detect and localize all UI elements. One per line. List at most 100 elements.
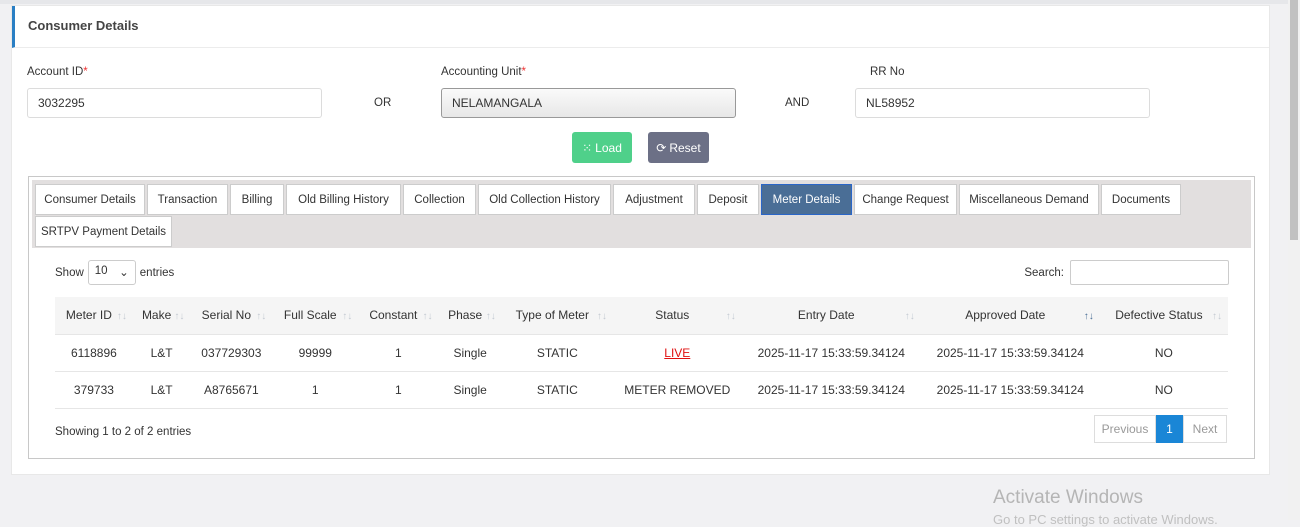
tab-collection[interactable]: Collection <box>403 184 476 215</box>
table-row: 379733 L&T A8765671 1 1 Single STATIC METER REM… <box>55 370 1228 409</box>
cell-value: 1 <box>395 382 402 397</box>
cell-value: 2025-11-17 15:33:59.34124 <box>936 345 1084 360</box>
cell-value: A8765671 <box>203 382 259 397</box>
page-length-select[interactable]: 10 ⌄ <box>87 260 136 285</box>
table-cell: 037729303 <box>190 333 273 371</box>
column-header[interactable]: Serial No ↑↓ <box>190 297 273 334</box>
tab-strip: Consumer Details Transaction Billing Old… <box>32 180 1251 248</box>
tab-deposit[interactable]: Deposit <box>697 184 759 215</box>
activate-windows-watermark: Activate Windows <box>993 487 1143 508</box>
tab-panel: Consumer Details Transaction Billing Old… <box>28 176 1255 459</box>
rr-no-label: RR No <box>870 66 905 78</box>
column-header[interactable]: Make ↑↓ <box>132 297 191 334</box>
tab-miscellaneous-demand[interactable]: Miscellaneous Demand <box>959 184 1099 215</box>
cell-value: L&T <box>150 382 173 397</box>
table-cell: L&T <box>132 370 191 409</box>
required-mark: * <box>521 66 527 78</box>
table-row: 6118896 L&T 037729303 99999 1 Single STATIC LIV… <box>55 333 1228 371</box>
column-header[interactable]: Entry Date ↑↓ <box>741 297 921 334</box>
column-header-label: Meter ID <box>65 308 112 323</box>
cell-value: NO <box>1154 382 1173 397</box>
table-cell: 2025-11-17 15:33:59.34124 <box>920 333 1100 371</box>
chevron-down-icon: ⌄ <box>119 267 129 279</box>
table-cell: 1 <box>358 333 439 371</box>
tab-change-request[interactable]: Change Request <box>854 184 957 215</box>
cell-value: NO <box>1154 345 1173 360</box>
column-header[interactable]: Phase ↑↓ <box>438 297 502 334</box>
search-input[interactable] <box>1070 260 1229 285</box>
tab-billing[interactable]: Billing <box>230 184 284 215</box>
accounting-unit-select[interactable]: NELAMANGALA <box>441 88 736 118</box>
label-text: Account ID <box>27 66 84 78</box>
page-1-button[interactable]: 1 <box>1156 415 1183 443</box>
scrollbar[interactable] <box>1288 0 1300 520</box>
cell-value: STATIC <box>536 345 578 360</box>
tab-adjustment[interactable]: Adjustment <box>613 184 695 215</box>
page-length-control: Show 10 ⌄ entries <box>55 260 174 285</box>
column-header[interactable]: Status ↑↓ <box>612 297 742 334</box>
sort-icon: ↑↓ <box>342 311 353 322</box>
tab-srtpv-payment-details[interactable]: SRTPV Payment Details <box>35 216 172 247</box>
scrollbar-thumb[interactable] <box>1290 0 1298 240</box>
sort-icon: ↑↓ <box>174 311 185 322</box>
table-cell: 2025-11-17 15:33:59.34124 <box>741 333 921 371</box>
label-text: Accounting Unit <box>441 66 522 78</box>
tab-transaction[interactable]: Transaction <box>147 184 228 215</box>
table-cell: 6118896 <box>55 333 133 371</box>
entries-label: entries <box>139 266 175 279</box>
table-cell: L&T <box>132 333 191 371</box>
tab-consumer-details[interactable]: Consumer Details <box>35 184 145 215</box>
account-id-input[interactable]: 3032295 <box>27 88 322 118</box>
tab-meter-details[interactable]: Meter Details <box>761 184 852 215</box>
sort-icon: ↑↓ <box>596 311 607 322</box>
sort-icon: ↑↓ <box>422 311 433 322</box>
reset-label: Reset <box>669 140 701 155</box>
table-cell: STATIC <box>501 333 613 371</box>
column-header[interactable]: Full Scale ↑↓ <box>272 297 359 334</box>
tab-old-billing-history[interactable]: Old Billing History <box>286 184 401 215</box>
cell-value: 2025-11-17 15:33:59.34124 <box>757 345 905 360</box>
search-control: Search: <box>1024 260 1229 285</box>
table-cell: Single <box>438 370 502 409</box>
load-button[interactable]: ⁙ Load <box>572 132 632 163</box>
tab-documents[interactable]: Documents <box>1101 184 1181 215</box>
column-header-label: Status <box>655 308 690 323</box>
sort-icon: ↑↓ <box>256 311 267 322</box>
cell-value: 1 <box>395 345 402 360</box>
sort-icon: ↑↓ <box>485 311 496 322</box>
cell-value: Single <box>453 382 487 397</box>
table-cell: 1 <box>272 370 359 409</box>
column-header-label: Entry Date <box>797 308 855 323</box>
cell-value: Single <box>453 345 487 360</box>
column-header[interactable]: Defective Status ↑↓ <box>1099 297 1228 334</box>
spinner-icon: ⁙ <box>582 140 593 155</box>
and-text: AND <box>785 97 810 109</box>
table-info: Showing 1 to 2 of 2 entries <box>55 426 192 438</box>
column-header-label: Phase <box>448 308 483 323</box>
account-id-label: Account ID* <box>27 66 88 78</box>
reset-button[interactable]: ⟳ Reset <box>648 132 709 163</box>
accounting-unit-label: Accounting Unit* <box>441 66 526 78</box>
load-label: Load <box>595 140 622 155</box>
cell-value: 2025-11-17 15:33:59.34124 <box>936 382 1084 397</box>
column-header[interactable]: Meter ID ↑↓ <box>55 297 133 334</box>
previous-button[interactable]: Previous <box>1094 415 1156 443</box>
column-header[interactable]: Approved Date ↑↓ <box>920 297 1100 334</box>
column-header-label: Full Scale <box>283 308 337 323</box>
table-cell: NO <box>1099 370 1228 409</box>
refresh-icon: ⟳ <box>656 140 667 155</box>
column-header[interactable]: Constant ↑↓ <box>358 297 439 334</box>
column-header[interactable]: Type of Meter ↑↓ <box>501 297 613 334</box>
status-live-link[interactable]: LIVE <box>664 346 690 360</box>
cell-value: 379733 <box>73 382 114 397</box>
table-cell: 99999 <box>272 333 359 371</box>
table-cell: 2025-11-17 15:33:59.34124 <box>920 370 1100 409</box>
table-cell: NO <box>1099 333 1228 371</box>
table-cell: METER REMOVED <box>612 370 742 409</box>
column-header-label: Serial No <box>201 308 252 323</box>
tab-old-collection-history[interactable]: Old Collection History <box>478 184 611 215</box>
table-cell: 1 <box>358 370 439 409</box>
next-button[interactable]: Next <box>1183 415 1227 443</box>
rr-no-input[interactable]: NL58952 <box>855 88 1150 118</box>
cell-value: 2025-11-17 15:33:59.34124 <box>757 382 905 397</box>
